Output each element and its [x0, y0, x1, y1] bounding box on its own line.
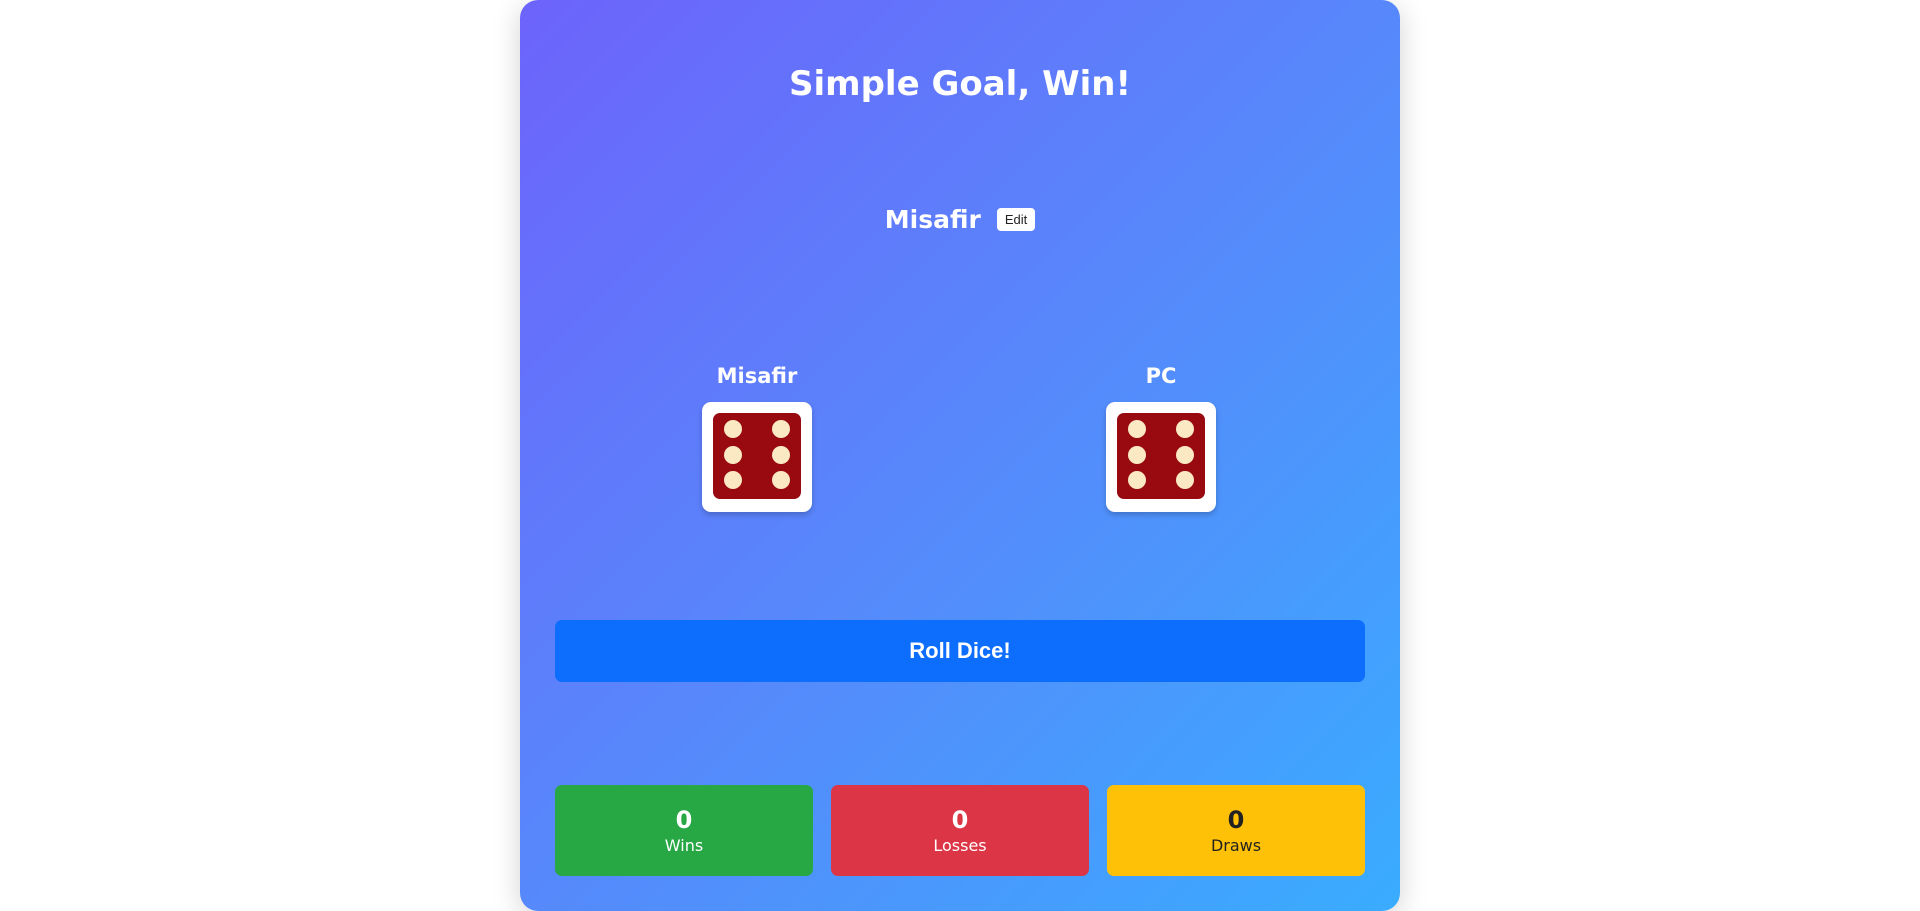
page-title: Simple Goal, Win!: [789, 64, 1131, 104]
game-card: Simple Goal, Win! Misafir Edit Misafir P…: [520, 0, 1400, 911]
pip: [1128, 471, 1146, 489]
wins-label: Wins: [664, 836, 704, 855]
player-name-row: Misafir Edit: [520, 202, 1400, 236]
player-die-face-icon: [713, 413, 801, 499]
draws-value: 0: [1227, 806, 1245, 834]
roll-dice-button[interactable]: Roll Dice!: [555, 620, 1365, 682]
wins-value: 0: [675, 806, 693, 834]
pip: [772, 446, 790, 464]
pip: [1176, 471, 1194, 489]
opponent-side-label: PC: [1145, 364, 1177, 388]
pip: [1176, 446, 1194, 464]
edit-name-button[interactable]: Edit: [996, 207, 1036, 231]
pip: [724, 471, 742, 489]
losses-label: Losses: [933, 836, 987, 855]
pip: [724, 446, 742, 464]
pip: [1128, 420, 1146, 438]
pip: [724, 420, 742, 438]
pip: [1128, 446, 1146, 464]
opponent-side: PC: [1061, 360, 1261, 512]
draws-counter: 0 Draws: [1107, 785, 1365, 876]
player-die: [702, 402, 812, 512]
pip: [1176, 420, 1194, 438]
player-side: Misafir: [657, 360, 857, 512]
draws-label: Draws: [1210, 836, 1262, 855]
opponent-die-face-icon: [1117, 413, 1205, 499]
player-name: Misafir: [884, 204, 981, 234]
wins-counter: 0 Wins: [555, 785, 813, 876]
losses-value: 0: [951, 806, 969, 834]
opponent-die: [1106, 402, 1216, 512]
pip: [772, 471, 790, 489]
player-side-label: Misafir: [716, 364, 798, 388]
pip: [772, 420, 790, 438]
losses-counter: 0 Losses: [831, 785, 1089, 876]
